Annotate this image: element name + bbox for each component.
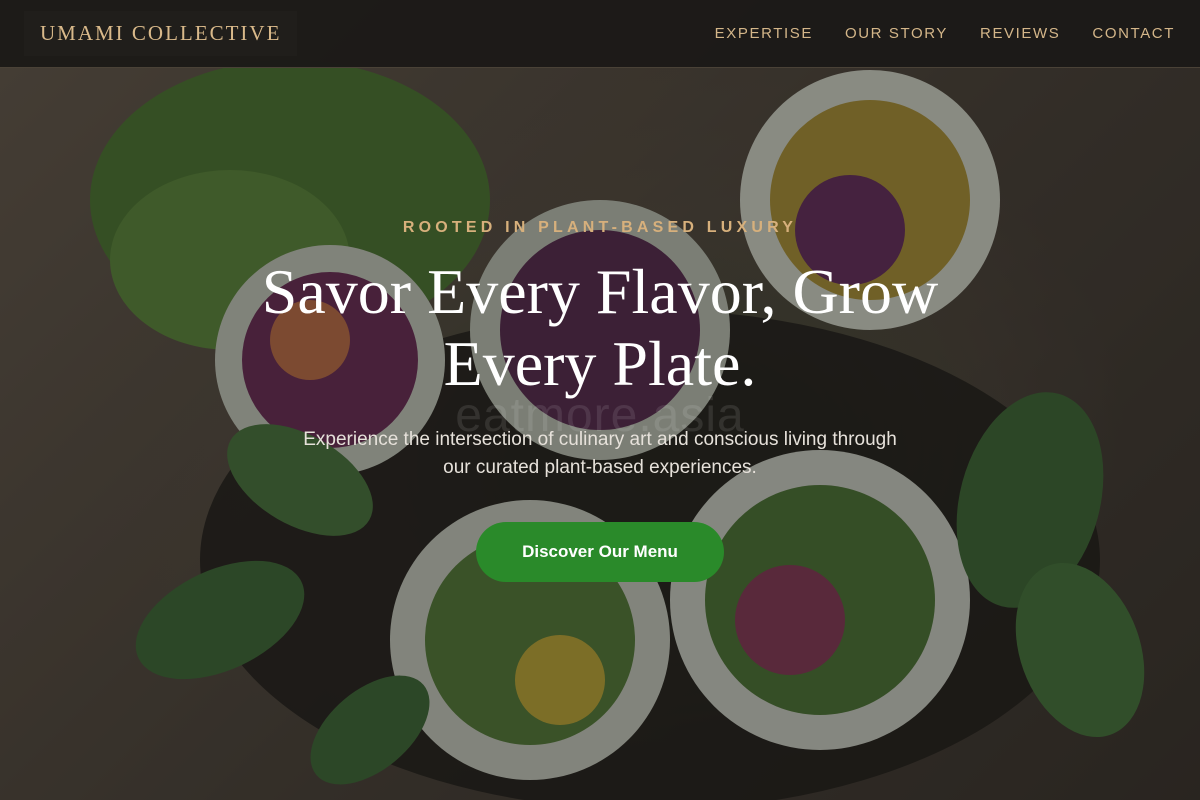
hero-subtitle-line1: Experience the intersection of culinary … — [303, 429, 897, 450]
top-navigation: UMAMI COLLECTIVE EXPERTISE OUR STORY REV… — [0, 0, 1200, 68]
hero-section: ROOTED IN PLANT-BASED LUXURY Savor Every… — [0, 0, 1200, 800]
discover-menu-button[interactable]: Discover Our Menu — [476, 522, 724, 582]
hero-headline: Savor Every Flavor, Grow Every Plate. — [150, 256, 1050, 400]
hero-subtitle: Experience the intersection of culinary … — [250, 426, 950, 482]
nav-link-contact[interactable]: CONTACT — [1076, 25, 1175, 42]
nav-links: EXPERTISE OUR STORY REVIEWS CONTACT — [699, 25, 1175, 42]
page: eatmore.asia UMAMI COLLECTIVE EXPERTISE … — [0, 0, 1200, 800]
brand-logo[interactable]: UMAMI COLLECTIVE — [24, 11, 298, 56]
hero-subtitle-line2: our curated plant-based experiences. — [443, 457, 757, 478]
nav-link-reviews[interactable]: REVIEWS — [964, 25, 1076, 42]
hero-headline-line1: Savor Every Flavor, Grow — [261, 256, 939, 327]
nav-link-our-story[interactable]: OUR STORY — [829, 25, 964, 42]
hero-eyebrow: ROOTED IN PLANT-BASED LUXURY — [402, 219, 798, 236]
hero-headline-line2: Every Plate. — [443, 328, 757, 399]
nav-link-expertise[interactable]: EXPERTISE — [699, 25, 829, 42]
